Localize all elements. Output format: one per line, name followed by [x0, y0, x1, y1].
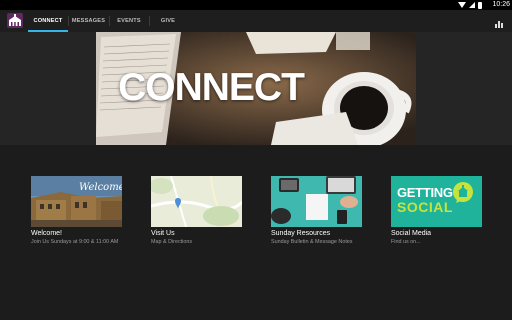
card-subtitle: Join Us Sundays at 9:00 & 11:00 AM	[31, 239, 119, 245]
tab-events[interactable]: EVENTS	[109, 10, 149, 32]
battery-icon	[478, 1, 482, 9]
app-bar: CONNECT MESSAGES EVENTS GIVE	[0, 10, 512, 32]
card-title: Welcome!	[31, 230, 62, 237]
welcome-script-text: Welcome	[79, 182, 122, 193]
tab-messages[interactable]: MESSAGES	[68, 10, 109, 32]
resources-thumbnail	[271, 176, 362, 227]
getting-social-text: GETTING SOCIAL	[397, 185, 453, 215]
social-thumbnail: GETTING SOCIAL	[391, 176, 482, 227]
getting-text: GETTING	[397, 185, 453, 200]
bar-chart-icon[interactable]	[494, 16, 504, 28]
wifi-icon	[458, 2, 466, 8]
card-subtitle: Sunday Bulletin & Message Notes	[271, 239, 353, 245]
hero-title: CONNECT	[118, 66, 305, 109]
tab-bar: CONNECT MESSAGES EVENTS GIVE	[28, 10, 187, 32]
map-thumbnail	[151, 176, 242, 227]
church-icon[interactable]	[7, 13, 23, 28]
card-title: Visit Us	[151, 230, 175, 237]
card-subtitle: Map & Directions	[151, 239, 193, 245]
status-time: 10:26	[492, 1, 510, 8]
welcome-thumbnail: Welcome	[31, 176, 122, 227]
card-sunday-resources[interactable]: Sunday Resources Sunday Bulletin & Messa…	[271, 176, 362, 246]
chat-church-icon	[453, 182, 473, 203]
card-title: Social Media	[391, 230, 432, 237]
card-welcome[interactable]: Welcome Welcome! Join Us Sundays at 9:00…	[31, 176, 122, 246]
status-bar: 10:26	[0, 0, 512, 10]
tab-connect[interactable]: CONNECT	[28, 10, 68, 32]
card-social-media[interactable]: GETTING SOCIAL Social Media Find us on..…	[391, 176, 482, 246]
hero-banner: CONNECT	[96, 32, 416, 145]
signal-icon	[469, 2, 475, 8]
card-title: Sunday Resources	[271, 230, 331, 237]
tab-give[interactable]: GIVE	[149, 10, 187, 32]
social-text: SOCIAL	[397, 199, 453, 215]
card-subtitle: Find us on...	[391, 239, 421, 245]
card-visit-us[interactable]: Visit Us Map & Directions	[151, 176, 242, 246]
